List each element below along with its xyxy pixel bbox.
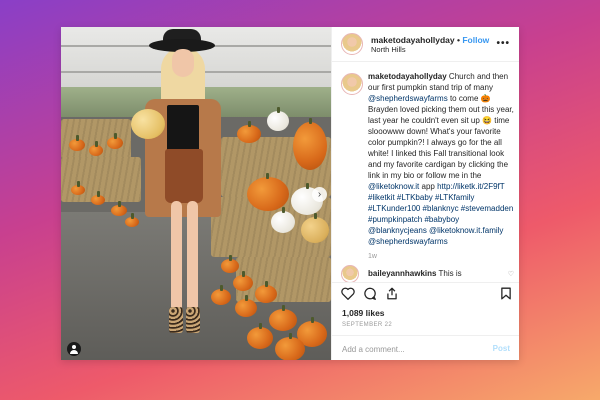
leopard-boot bbox=[169, 307, 183, 333]
share-icon[interactable] bbox=[385, 287, 399, 303]
post-comment-button[interactable]: Post bbox=[493, 344, 510, 353]
post-details-panel: maketodayahollyday • Follow North Hills … bbox=[331, 27, 519, 360]
pumpkin bbox=[255, 281, 277, 303]
tan-pumpkin bbox=[301, 213, 329, 243]
pumpkin bbox=[269, 305, 297, 331]
avatar[interactable] bbox=[341, 33, 363, 55]
heart-icon[interactable] bbox=[341, 287, 355, 303]
header-username[interactable]: maketodayahollyday bbox=[371, 35, 455, 45]
black-top bbox=[167, 105, 199, 151]
woman-figure bbox=[131, 27, 251, 360]
external-link[interactable]: http://liketk.it/2F9fT bbox=[437, 182, 504, 191]
leg bbox=[187, 201, 198, 319]
user-tag-icon[interactable] bbox=[67, 342, 81, 356]
header-username-row: maketodayahollyday • Follow bbox=[371, 35, 489, 45]
caption-time: 1w bbox=[368, 253, 377, 260]
post-modal: › maketodayahollyday • Follow North Hill… bbox=[61, 27, 519, 360]
pumpkin bbox=[107, 133, 123, 149]
face bbox=[172, 49, 194, 77]
pumpkin bbox=[91, 191, 105, 205]
like-count[interactable]: 1,089 likes bbox=[342, 308, 385, 318]
caption-text: app bbox=[419, 182, 438, 191]
white-pumpkin bbox=[267, 107, 289, 131]
chevron-right-icon[interactable]: › bbox=[312, 187, 327, 202]
pumpkin bbox=[71, 181, 85, 195]
white-pumpkin bbox=[271, 207, 295, 233]
comment-like-icon[interactable]: ♡ bbox=[508, 270, 514, 278]
post-date: SEPTEMBER 22 bbox=[342, 322, 393, 328]
leg bbox=[171, 201, 182, 319]
pumpkin bbox=[275, 333, 305, 360]
comment: baileyannhawkins This is bbox=[368, 269, 462, 278]
bookmark-icon[interactable] bbox=[500, 287, 512, 303]
commenter-username[interactable]: baileyannhawkins bbox=[368, 269, 436, 278]
caption-username[interactable]: maketodayahollyday bbox=[368, 72, 447, 81]
comment-text: This is bbox=[436, 269, 462, 278]
post-header: maketodayahollyday • Follow North Hills … bbox=[332, 27, 519, 62]
comment-input[interactable] bbox=[340, 341, 474, 357]
mention-link[interactable]: @liketoknow.it bbox=[368, 182, 419, 191]
hashtags[interactable]: #liketkit #LTKbaby #LTKfamily #LTKunder1… bbox=[368, 193, 513, 246]
held-pumpkin bbox=[131, 109, 165, 139]
caption-avatar[interactable] bbox=[341, 73, 363, 95]
comment-composer: Post bbox=[332, 335, 519, 360]
caption: maketodayahollyday Church and then our f… bbox=[368, 71, 514, 247]
pumpkin bbox=[293, 118, 327, 170]
pumpkin bbox=[247, 173, 289, 211]
post-photo[interactable]: › bbox=[61, 27, 331, 360]
mention-link[interactable]: @shepherdswayfarms bbox=[368, 94, 448, 103]
leopard-boot bbox=[186, 307, 200, 333]
follow-button[interactable]: Follow bbox=[462, 35, 489, 45]
more-icon[interactable]: ••• bbox=[496, 38, 510, 49]
caption-text: to come 🎃 Brayden loved picking them out… bbox=[368, 94, 514, 180]
pumpkin bbox=[111, 201, 127, 216]
suede-skirt bbox=[165, 149, 203, 203]
commenter-avatar[interactable] bbox=[341, 265, 359, 283]
comment-icon[interactable] bbox=[363, 287, 377, 303]
location-link[interactable]: North Hills bbox=[371, 45, 406, 54]
pumpkin bbox=[89, 141, 103, 156]
pumpkin bbox=[69, 135, 85, 151]
action-bar: 1,089 likes SEPTEMBER 22 Post bbox=[332, 282, 519, 360]
